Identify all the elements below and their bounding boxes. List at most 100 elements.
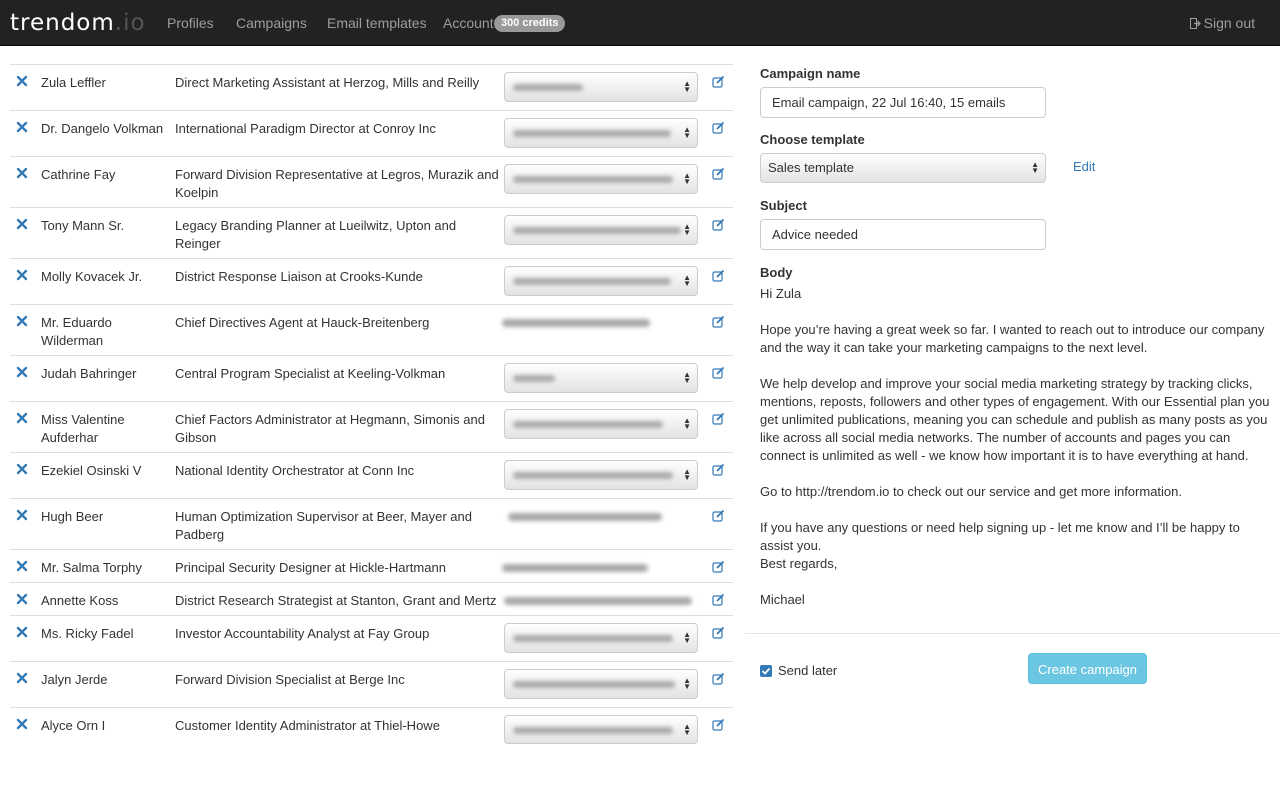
brand-tld: .io [114, 10, 146, 36]
email-select[interactable]: ▲ ▼ [504, 118, 698, 148]
email-select[interactable]: ▲ ▼ [504, 363, 698, 393]
remove-icon[interactable] [16, 509, 28, 521]
create-campaign-button[interactable]: Create campaign [1028, 653, 1147, 684]
remove-icon[interactable] [16, 560, 28, 572]
remove-icon[interactable] [16, 121, 28, 133]
profile-name: Dr. Dangelo Volkman [41, 121, 164, 136]
email-select[interactable]: ▲ ▼ [504, 623, 698, 653]
brand-logo[interactable]: trendom.io [10, 8, 146, 38]
send-later-checkbox[interactable] [760, 665, 772, 677]
profile-name: Alyce Orn I [41, 718, 106, 733]
email-select[interactable]: ▲ ▼ [504, 715, 698, 744]
profiles-list: Zula Leffler Direct Marketing Assistant … [10, 64, 733, 744]
body-regards: Best regards, [760, 556, 838, 571]
email-select[interactable]: ▲ ▼ [504, 460, 698, 490]
profile-row: Zula Leffler Direct Marketing Assistant … [10, 65, 733, 111]
profile-row: Mr. Eduardo Wilderman Chief Directives A… [10, 305, 733, 356]
edit-icon[interactable] [712, 672, 725, 685]
select-arrows-icon: ▲ ▼ [683, 125, 691, 140]
remove-icon[interactable] [16, 672, 28, 684]
choose-template-label: Choose template [760, 132, 865, 147]
remove-icon[interactable] [16, 366, 28, 378]
sign-out-link[interactable]: Sign out [1189, 14, 1255, 32]
select-arrows-icon: ▲ ▼ [1031, 160, 1039, 175]
edit-icon[interactable] [712, 269, 725, 282]
nav-campaigns[interactable]: Campaigns [236, 14, 307, 32]
select-arrows-icon: ▲ ▼ [683, 416, 691, 431]
profile-title: National Identity Orchestrator at Conn I… [175, 463, 415, 478]
profile-name: Tony Mann Sr. [41, 218, 125, 233]
profile-row: Ms. Ricky Fadel Investor Accountability … [10, 616, 733, 662]
remove-icon[interactable] [16, 269, 28, 281]
select-arrows-icon: ▲ ▼ [683, 79, 691, 94]
profile-name: Judah Bahringer [41, 366, 137, 381]
email-select[interactable]: ▲ ▼ [504, 72, 698, 102]
profile-row: Alyce Orn I Customer Identity Administra… [10, 708, 733, 744]
email-select[interactable]: ▲ ▼ [504, 409, 698, 439]
email-select[interactable]: ▲ ▼ [504, 266, 698, 296]
remove-icon[interactable] [16, 412, 28, 424]
remove-icon[interactable] [16, 463, 28, 475]
edit-icon[interactable] [712, 315, 725, 328]
edit-icon[interactable] [712, 560, 725, 573]
select-arrows-icon: ▲ ▼ [683, 630, 691, 645]
profile-name: Zula Leffler [41, 75, 106, 90]
edit-icon[interactable] [712, 718, 725, 731]
profile-title: District Research Strategist at Stanton,… [175, 593, 497, 608]
select-arrows-icon: ▲ ▼ [683, 676, 691, 691]
edit-icon[interactable] [712, 463, 725, 476]
body-label: Body [760, 265, 793, 280]
email-select[interactable]: ▲ ▼ [504, 164, 698, 194]
edit-icon[interactable] [712, 366, 725, 379]
email-select[interactable]: ▲ ▼ [504, 215, 698, 245]
remove-icon[interactable] [16, 718, 28, 730]
profile-title: Investor Accountability Analyst at Fay G… [175, 626, 430, 641]
email-select[interactable]: ▲ ▼ [504, 669, 698, 699]
profile-title: District Response Liaison at Crooks-Kund… [175, 269, 423, 284]
edit-template-link[interactable]: Edit [1073, 159, 1095, 175]
remove-icon[interactable] [16, 75, 28, 87]
edit-icon[interactable] [712, 218, 725, 231]
template-select-value: Sales template [768, 160, 854, 175]
edit-icon[interactable] [712, 593, 725, 606]
credits-badge: 300 credits [494, 15, 566, 32]
body-paragraph: We help develop and improve your social … [760, 376, 1270, 463]
template-select[interactable]: Sales template ▲ ▼ [760, 153, 1046, 183]
edit-icon[interactable] [712, 167, 725, 180]
profile-title: International Paradigm Director at Conro… [175, 121, 436, 136]
select-arrows-icon: ▲ ▼ [683, 273, 691, 288]
brand-name: trendom [10, 10, 115, 36]
body-paragraph: Hope you’re having a great week so far. … [760, 322, 1265, 355]
remove-icon[interactable] [16, 593, 28, 605]
remove-icon[interactable] [16, 626, 28, 638]
profile-row: Cathrine Fay Forward Division Representa… [10, 157, 733, 208]
edit-icon[interactable] [712, 75, 725, 88]
profile-name: Mr. Salma Torphy [41, 560, 142, 575]
profile-name: Annette Koss [41, 593, 119, 608]
edit-icon[interactable] [712, 121, 725, 134]
profile-row: Ezekiel Osinski V National Identity Orch… [10, 453, 733, 499]
nav-profiles[interactable]: Profiles [167, 14, 214, 32]
top-navbar: trendom.io Profiles Campaigns Email temp… [0, 0, 1280, 46]
remove-icon[interactable] [16, 218, 28, 230]
profile-row: Miss Valentine Aufderhar Chief Factors A… [10, 402, 733, 453]
nav-account[interactable]: Account [443, 14, 494, 32]
body-paragraph: If you have any questions or need help s… [760, 520, 1240, 553]
campaign-name-input[interactable] [760, 87, 1046, 118]
sign-out-icon [1189, 18, 1201, 29]
nav-email-templates[interactable]: Email templates [327, 14, 427, 32]
subject-input[interactable] [760, 219, 1046, 250]
profile-row: Tony Mann Sr. Legacy Branding Planner at… [10, 208, 733, 259]
send-later-label[interactable]: Send later [778, 663, 837, 679]
select-arrows-icon: ▲ ▼ [683, 722, 691, 737]
edit-icon[interactable] [712, 626, 725, 639]
remove-icon[interactable] [16, 315, 28, 327]
edit-icon[interactable] [712, 412, 725, 425]
profile-name: Jalyn Jerde [41, 672, 108, 687]
select-arrows-icon: ▲ ▼ [683, 222, 691, 237]
email-body[interactable]: Hi Zula Hope you’re having a great week … [760, 285, 1272, 609]
edit-icon[interactable] [712, 509, 725, 522]
profile-title: Principal Security Designer at Hickle-Ha… [175, 560, 446, 575]
profile-title: Forward Division Specialist at Berge Inc [175, 672, 405, 687]
remove-icon[interactable] [16, 167, 28, 179]
